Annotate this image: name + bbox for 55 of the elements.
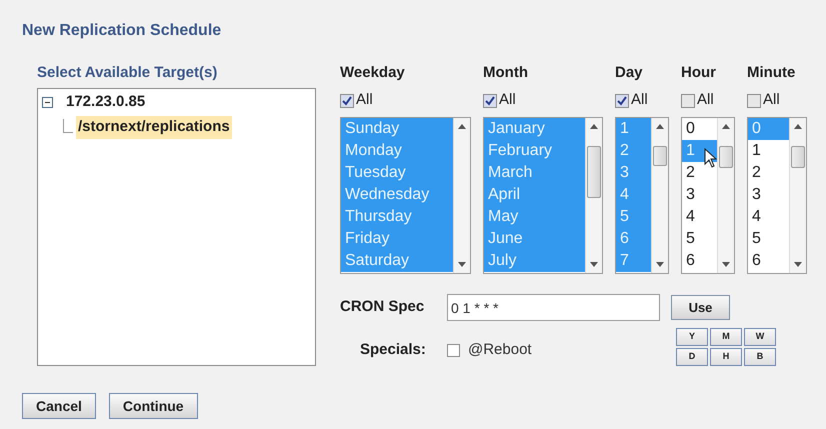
cancel-button[interactable]: Cancel [22,393,96,419]
scrollbar[interactable] [585,118,602,273]
all-checkbox[interactable] [483,94,497,108]
continue-button[interactable]: Continue [108,393,198,419]
scroll-up-icon[interactable] [722,124,730,129]
collapse-icon[interactable] [42,97,53,108]
preset-button[interactable]: D [676,348,708,366]
all-checkbox[interactable] [681,94,695,108]
dialog-title: New Replication Schedule [22,21,222,41]
column-heading: Month [483,63,529,83]
scrollbar-thumb[interactable] [653,146,667,166]
scrollbar-thumb[interactable] [791,146,805,168]
preset-button[interactable]: H [710,348,742,366]
column-heading: Hour [681,63,717,83]
scrollbar[interactable] [651,118,668,273]
column-heading: Day [615,63,644,83]
column-heading: Weekday [340,63,406,83]
scroll-down-icon[interactable] [458,262,466,267]
scroll-down-icon[interactable] [590,262,598,267]
all-checkbox[interactable] [340,94,354,108]
scrollbar[interactable] [789,118,806,273]
all-checkbox[interactable] [615,94,629,108]
scroll-up-icon[interactable] [590,124,598,129]
specials-label: Specials: [360,340,427,360]
scroll-up-icon[interactable] [458,124,466,129]
preset-button[interactable]: Y [676,328,708,346]
scroll-down-icon[interactable] [794,262,802,267]
scrollbar-thumb[interactable] [719,146,733,168]
scroll-up-icon[interactable] [794,124,802,129]
scroll-down-icon[interactable] [656,262,664,267]
scrollbar[interactable] [717,118,734,273]
all-label: All [356,90,373,110]
all-label: All [499,90,516,110]
all-label: All [631,90,648,110]
scrollbar[interactable] [453,118,470,273]
scroll-down-icon[interactable] [722,262,730,267]
tree-node[interactable]: 172.23.0.85 [64,91,148,114]
preset-button[interactable]: W [744,328,776,346]
reboot-checkbox[interactable] [447,344,460,357]
preset-button[interactable]: M [710,328,742,346]
all-checkbox[interactable] [747,94,761,108]
tree-connector [63,118,73,132]
scrollbar-thumb[interactable] [587,146,601,198]
preset-button[interactable]: B [744,348,776,366]
tree-node[interactable]: /stornext/replications [76,116,232,138]
all-label: All [763,90,780,110]
scroll-up-icon[interactable] [656,124,664,129]
pointer-cursor-icon [704,148,717,168]
cron-spec-label: CRON Spec [340,297,426,318]
use-button[interactable]: Use [671,295,730,320]
cron-spec-field[interactable]: 0 1 * * * [447,294,660,321]
targets-label: Select Available Target(s) [37,63,218,83]
all-label: All [697,90,714,110]
column-heading: Minute [747,63,796,83]
reboot-label: @Reboot [468,340,532,360]
